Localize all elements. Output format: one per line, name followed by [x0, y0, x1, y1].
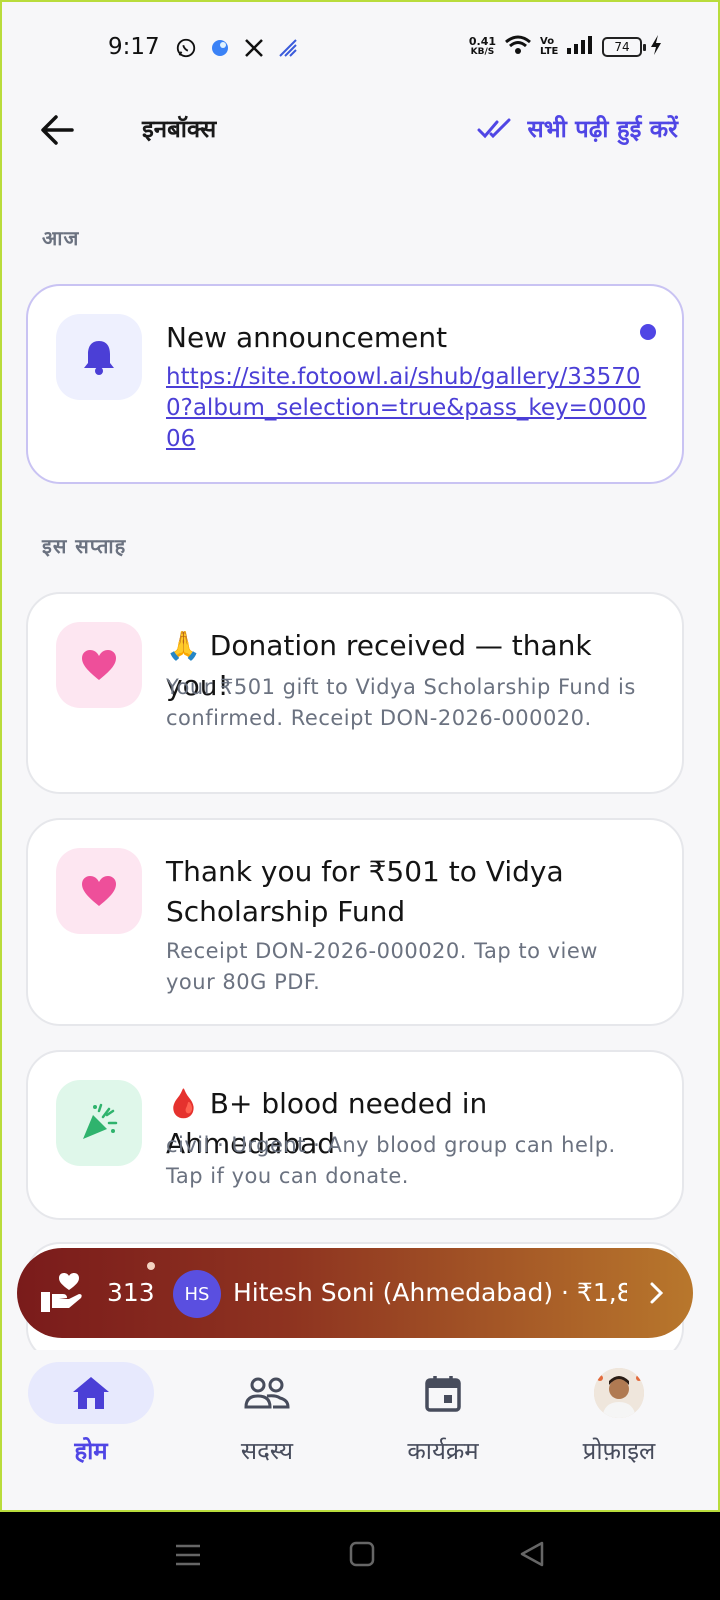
arrow-left-icon — [41, 115, 74, 145]
notification-icon-box — [56, 314, 142, 400]
nav-home-label: होम — [74, 1437, 108, 1465]
unread-indicator — [640, 324, 656, 340]
mark-all-read-label: सभी पढ़ी हुई करें — [527, 115, 678, 143]
notification-body: civil · Urgent · Any blood group can hel… — [166, 1133, 616, 1188]
net-speed: 0.41 KB/S — [468, 35, 496, 57]
ticker-amount-prev: 313 — [107, 1278, 155, 1307]
user-photo-icon — [594, 1368, 644, 1418]
page-title: इनबॉक्स — [142, 115, 217, 143]
notification-title: Thank you for ₹501 to Vidya Scholarship … — [166, 855, 564, 928]
status-right: 0.41 KB/S Vo LTE 74 — [469, 34, 662, 60]
section-today: आज — [42, 226, 80, 250]
volte-icon: Vo LTE — [540, 36, 559, 57]
notification-body: Your ₹501 gift to Vidya Scholarship Fund… — [166, 675, 636, 730]
status-time: 9:17 — [108, 34, 160, 60]
top-app-bar: इनबॉक्स सभी पढ़ी हुई करें — [2, 98, 718, 188]
x-icon — [242, 36, 266, 60]
donor-avatar: HS — [173, 1270, 221, 1318]
nav-events[interactable]: कार्यक्रम — [368, 1362, 518, 1482]
back-nav-icon[interactable] — [518, 1540, 546, 1568]
status-app-icons — [174, 36, 300, 60]
heart-icon — [82, 650, 116, 680]
notification-title: New announcement — [166, 321, 448, 354]
home-button-icon[interactable] — [348, 1540, 376, 1568]
back-button[interactable] — [36, 108, 80, 152]
calendar-icon — [425, 1376, 461, 1412]
bottom-navigation: होम सदस्य कार्यक्रम प्रोफ़ाइल — [2, 1350, 718, 1510]
app-screen: 9:17 0.41 KB/S Vo LTE 74 इनबॉक्स सभी पढ़… — [2, 2, 718, 1510]
heart-icon — [82, 876, 116, 906]
notification-card[interactable]: 🩸 B+ blood needed in Ahmedabad civil · U… — [26, 1050, 684, 1220]
battery-icon: 74 — [602, 37, 646, 57]
donation-ticker[interactable]: 313 HS Hitesh Soni (Ahmedabad) · ₹1,813 — [17, 1248, 693, 1338]
chevron-right-icon — [650, 1282, 664, 1304]
whatsapp-icon — [174, 36, 198, 60]
hand-heart-icon — [41, 1273, 82, 1312]
nav-members-label: सदस्य — [240, 1437, 294, 1465]
notification-icon-box — [56, 848, 142, 934]
charging-icon — [650, 34, 662, 60]
announcement-link[interactable]: https://site.fotoowl.ai/shub/gallery/335… — [166, 362, 654, 455]
notification-card[interactable]: Thank you for ₹501 to Vidya Scholarship … — [26, 818, 684, 1026]
system-navigation-bar — [0, 1512, 720, 1600]
members-icon — [244, 1377, 290, 1409]
notification-icon-box — [56, 622, 142, 708]
signal-app-icon — [276, 36, 300, 60]
party-popper-icon — [83, 1103, 118, 1139]
double-check-icon — [477, 118, 511, 138]
notification-card[interactable]: New announcement https://site.fotoowl.ai… — [26, 284, 684, 484]
mark-all-read-button[interactable]: सभी पढ़ी हुई करें — [477, 112, 678, 145]
nav-profile-label: प्रोफ़ाइल — [582, 1437, 656, 1465]
nav-events-label: कार्यक्रम — [407, 1437, 479, 1465]
nav-profile[interactable]: प्रोफ़ाइल — [544, 1362, 694, 1482]
notification-body: Receipt DON-2026-000020. Tap to view you… — [166, 939, 598, 994]
cell-signal-icon — [566, 35, 594, 59]
nav-home[interactable]: होम — [16, 1362, 166, 1482]
notification-icon-box — [56, 1080, 142, 1166]
home-icon — [73, 1377, 109, 1409]
section-this-week: इस सप्ताह — [42, 534, 127, 558]
ticker-separator-dot — [147, 1262, 155, 1270]
recent-apps-icon[interactable] — [174, 1542, 202, 1568]
profile-avatar — [594, 1368, 644, 1418]
nav-members[interactable]: सदस्य — [192, 1362, 342, 1482]
status-bar: 9:17 0.41 KB/S Vo LTE 74 — [2, 2, 718, 98]
ticker-text: Hitesh Soni (Ahmedabad) · ₹1,813 — [233, 1278, 627, 1307]
notification-card[interactable]: 🙏 Donation received — thank you! Your ₹5… — [26, 592, 684, 794]
wifi-icon — [504, 34, 532, 60]
app-icon — [208, 36, 232, 60]
bell-icon — [84, 341, 114, 375]
